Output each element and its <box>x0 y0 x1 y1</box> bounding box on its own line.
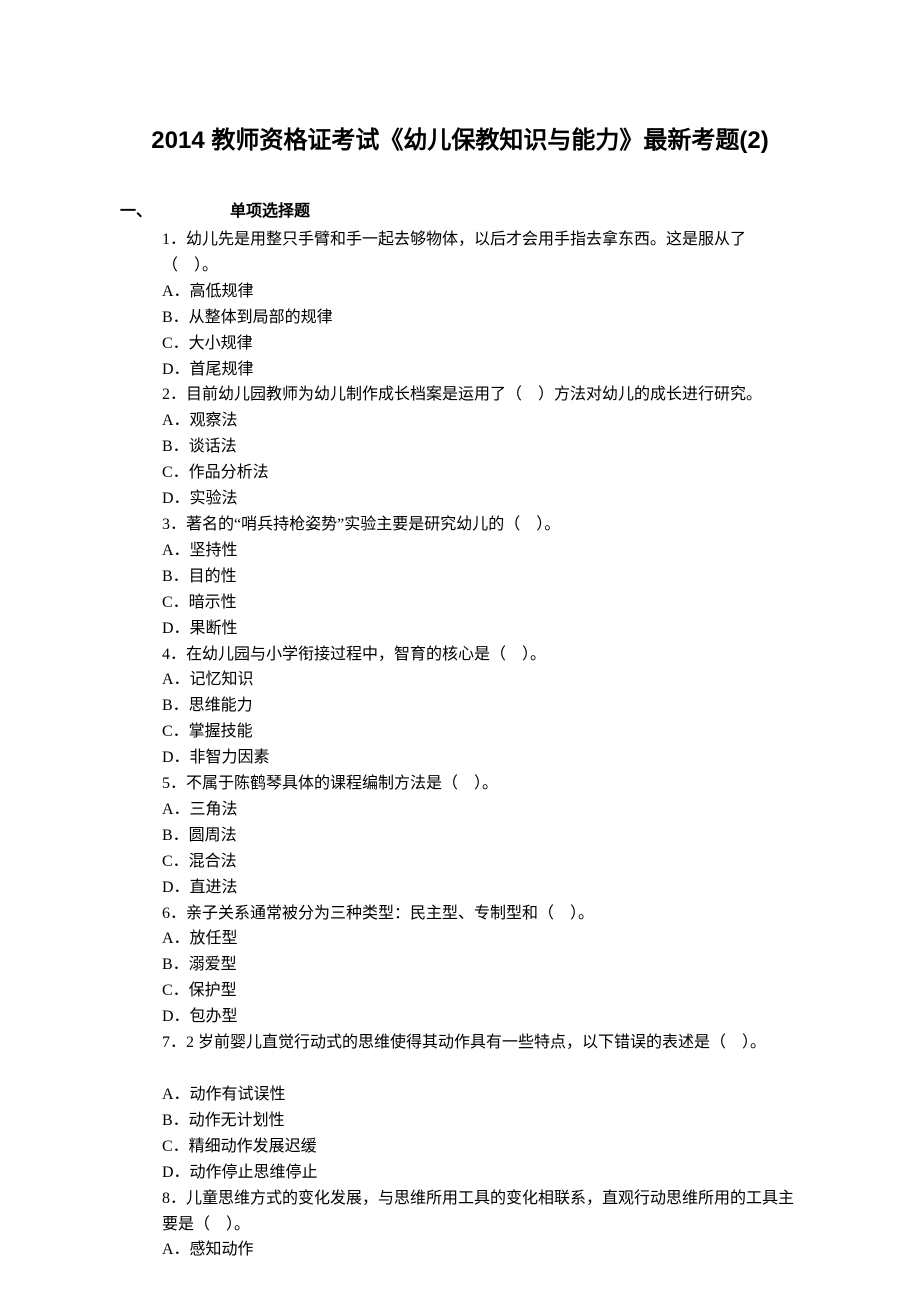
section-heading: 一、 单项选择题 <box>120 197 800 221</box>
option-b: B．谈话法 <box>162 434 800 460</box>
question-3: 3．著名的“哨兵持枪姿势”实验主要是研究幼儿的（ ）。 A．坚持性 B．目的性 … <box>162 512 800 642</box>
question-5: 5．不属于陈鹤琴具体的课程编制方法是（ ）。 A．三角法 B．圆周法 C．混合法… <box>162 771 800 901</box>
option-a: A．动作有试误性 <box>162 1082 800 1108</box>
question-list: 1．幼儿先是用整只手臂和手一起去够物体，以后才会用手指去拿东西。这是服从了（ ）… <box>120 227 800 1263</box>
option-a: A．观察法 <box>162 408 800 434</box>
question-stem: 8．儿童思维方式的变化发展，与思维所用工具的变化相联系，直观行动思维所用的工具主… <box>162 1186 800 1238</box>
question-stem: 4．在幼儿园与小学衔接过程中，智育的核心是（ ）。 <box>162 642 800 668</box>
option-b: B．圆周法 <box>162 823 800 849</box>
question-stem: 6．亲子关系通常被分为三种类型：民主型、专制型和（ ）。 <box>162 901 800 927</box>
question-1: 1．幼儿先是用整只手臂和手一起去够物体，以后才会用手指去拿东西。这是服从了（ ）… <box>162 227 800 382</box>
option-c: C．精细动作发展迟缓 <box>162 1134 800 1160</box>
option-a: A．高低规律 <box>162 279 800 305</box>
option-c: C．作品分析法 <box>162 460 800 486</box>
document-title: 2014 教师资格证考试《幼儿保教知识与能力》最新考题(2) <box>120 120 800 155</box>
option-d: D．直进法 <box>162 875 800 901</box>
option-a: A．坚持性 <box>162 538 800 564</box>
option-d: D．非智力因素 <box>162 745 800 771</box>
option-a: A．放任型 <box>162 926 800 952</box>
question-2: 2．目前幼儿园教师为幼儿制作成长档案是运用了（ ）方法对幼儿的成长进行研究。 A… <box>162 382 800 512</box>
question-7: 7．2 岁前婴儿直觉行动式的思维使得其动作具有一些特点，以下错误的表述是（ ）。… <box>162 1030 800 1186</box>
question-6: 6．亲子关系通常被分为三种类型：民主型、专制型和（ ）。 A．放任型 B．溺爱型… <box>162 901 800 1031</box>
option-c: C．掌握技能 <box>162 719 800 745</box>
option-d: D．果断性 <box>162 616 800 642</box>
question-stem: 3．著名的“哨兵持枪姿势”实验主要是研究幼儿的（ ）。 <box>162 512 800 538</box>
question-stem: 5．不属于陈鹤琴具体的课程编制方法是（ ）。 <box>162 771 800 797</box>
question-stem: 1．幼儿先是用整只手臂和手一起去够物体，以后才会用手指去拿东西。这是服从了（ ）… <box>162 227 800 279</box>
question-4: 4．在幼儿园与小学衔接过程中，智育的核心是（ ）。 A．记忆知识 B．思维能力 … <box>162 642 800 772</box>
option-a: A．三角法 <box>162 797 800 823</box>
option-a: A．记忆知识 <box>162 667 800 693</box>
option-d: D．包办型 <box>162 1004 800 1030</box>
option-d: D．首尾规律 <box>162 357 800 383</box>
question-stem: 2．目前幼儿园教师为幼儿制作成长档案是运用了（ ）方法对幼儿的成长进行研究。 <box>162 382 800 408</box>
option-b: B．从整体到局部的规律 <box>162 305 800 331</box>
option-b: B．思维能力 <box>162 693 800 719</box>
section-number: 一、 <box>120 197 230 221</box>
option-c: C．混合法 <box>162 849 800 875</box>
question-stem: 7．2 岁前婴儿直觉行动式的思维使得其动作具有一些特点，以下错误的表述是（ ）。 <box>162 1030 800 1056</box>
option-c: C．保护型 <box>162 978 800 1004</box>
option-c: C．大小规律 <box>162 331 800 357</box>
option-a: A．感知动作 <box>162 1237 800 1263</box>
option-d: D．实验法 <box>162 486 800 512</box>
question-8: 8．儿童思维方式的变化发展，与思维所用工具的变化相联系，直观行动思维所用的工具主… <box>162 1186 800 1264</box>
option-b: B．溺爱型 <box>162 952 800 978</box>
option-c: C．暗示性 <box>162 590 800 616</box>
option-d: D．动作停止思维停止 <box>162 1160 800 1186</box>
option-b: B．动作无计划性 <box>162 1108 800 1134</box>
option-b: B．目的性 <box>162 564 800 590</box>
section-label: 单项选择题 <box>230 197 310 221</box>
